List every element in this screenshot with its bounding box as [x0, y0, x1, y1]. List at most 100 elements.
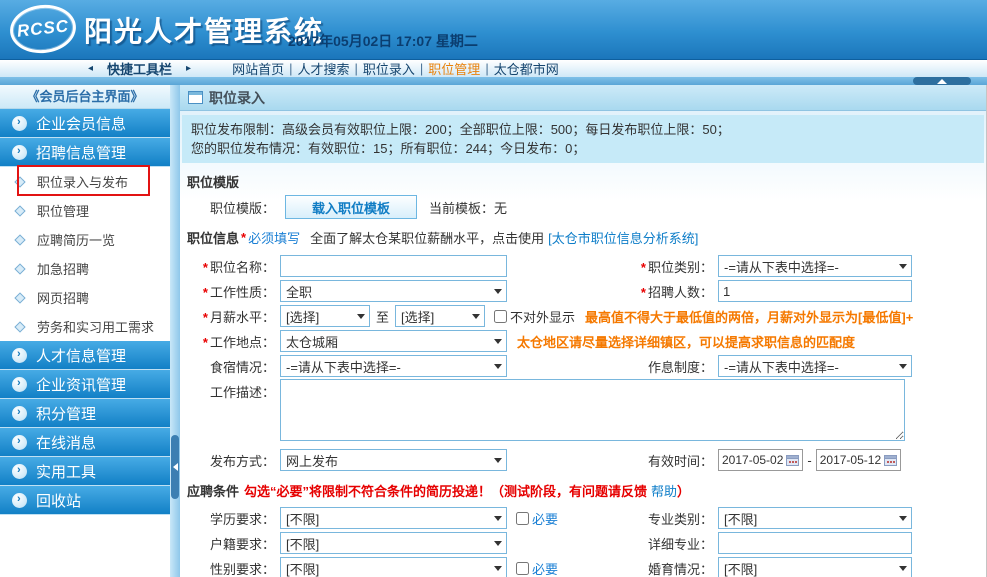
required-star: *	[203, 260, 208, 275]
headcount-input[interactable]	[718, 280, 912, 302]
dropdown-arrow-icon	[494, 566, 502, 571]
load-template-button[interactable]: 载入职位模板	[285, 195, 417, 219]
description-textarea[interactable]	[280, 379, 905, 441]
dropdown-arrow-icon	[494, 541, 502, 546]
toolbar-right-arrow-icon[interactable]: ▸	[186, 63, 191, 74]
marital-select[interactable]: [不限]	[718, 557, 912, 577]
job-name-input[interactable]	[280, 255, 507, 277]
toolbar-left-arrow-icon[interactable]: ◂	[88, 63, 93, 74]
sidebar-item-company-member-info[interactable]: 企业会员信息	[0, 109, 170, 138]
salary-max-select[interactable]: [选择]	[395, 305, 485, 327]
diamond-icon	[14, 263, 25, 274]
template-section-heading: 职位模版	[187, 172, 986, 191]
chevron-right-circle-icon	[12, 116, 27, 131]
limits-line-1: 职位发布限制：高级会员有效职位上限：200；全部职位上限：500；每日发布职位上…	[191, 120, 975, 139]
window-icon	[188, 91, 203, 104]
valid-start-date-picker[interactable]: 2017-05-02	[718, 449, 803, 471]
nav-talent-search[interactable]: 人才搜索	[297, 59, 349, 78]
sidebar-subitem-urgent-recruit[interactable]: 加急招聘	[0, 254, 170, 283]
template-row: 职位模版： 载入职位模板 当前模板： 无	[180, 194, 986, 220]
schedule-label: 作息制度：	[509, 357, 718, 376]
diamond-icon	[14, 321, 25, 332]
dropdown-arrow-icon	[472, 314, 480, 319]
household-select[interactable]: [不限]	[280, 532, 507, 554]
education-select[interactable]: [不限]	[280, 507, 507, 529]
job-info-heading-row: 职位信息 * 必须填写 全面了解太仓某职位薪酬水平，点击使用 [太仓市职位信息分…	[187, 228, 986, 247]
collapse-left-handle[interactable]	[171, 435, 179, 499]
gender-select[interactable]: [不限]	[280, 557, 507, 577]
salary-to-word: 至	[376, 307, 389, 326]
dropdown-arrow-icon	[899, 516, 907, 521]
salary-analysis-link[interactable]: [太仓市职位信息分析系统]	[548, 228, 698, 247]
required-star: *	[203, 285, 208, 300]
nav-site-home[interactable]: 网站首页	[232, 59, 284, 78]
location-hint-text: 太仓地区请尽量选择详细镇区，可以提高求职信息的匹配度	[517, 332, 855, 351]
help-link[interactable]: 帮助	[651, 481, 677, 500]
sidebar: 《会员后台主界面》 企业会员信息 招聘信息管理 职位录入与发布 职位管理 应聘简…	[0, 85, 170, 577]
major-category-select[interactable]: [不限]	[718, 507, 912, 529]
collapse-up-handle[interactable]	[913, 77, 971, 85]
salary-tip-text: 全面了解太仓某职位薪酬水平，点击使用	[310, 228, 544, 247]
content-panel: 职位录入 职位发布限制：高级会员有效职位上限：200；全部职位上限：500；每日…	[180, 85, 987, 577]
major-category-label: 专业类别：	[509, 509, 718, 528]
nav-separator: |	[420, 61, 423, 76]
sidebar-subitem-job-management[interactable]: 职位管理	[0, 196, 170, 225]
nav-job-entry[interactable]: 职位录入	[363, 59, 415, 78]
current-template-label: 当前模板：	[429, 198, 494, 217]
sidebar-item-recycle-bin[interactable]: 回收站	[0, 486, 170, 515]
template-label: 职位模版：	[180, 198, 280, 217]
required-star: *	[203, 335, 208, 350]
sidebar-subitem-resume-list[interactable]: 应聘简历一览	[0, 225, 170, 254]
chevron-right-circle-icon	[12, 377, 27, 392]
sidebar-item-practical-tools[interactable]: 实用工具	[0, 457, 170, 486]
form-row: 学历要求： [不限] 必要 专业类别： [不限]	[180, 506, 986, 530]
schedule-select[interactable]: -=请从下表中选择=-	[718, 355, 912, 377]
valid-end-date: 2017-05-12	[820, 453, 881, 467]
location-select[interactable]: 太仓城厢	[280, 330, 507, 352]
sidebar-splitter[interactable]	[170, 85, 180, 577]
chevron-right-circle-icon	[12, 348, 27, 363]
salary-hidden-checkbox[interactable]	[494, 310, 507, 323]
dropdown-arrow-icon	[357, 314, 365, 319]
major-detail-input[interactable]	[718, 532, 912, 554]
salary-label: *月薪水平：	[180, 307, 280, 326]
job-type-select[interactable]: 全职	[280, 280, 507, 302]
sidebar-subitem-labor-intern-demand[interactable]: 劳务和实习用工需求	[0, 312, 170, 341]
form-row: *工作地点： 太仓城厢 太仓地区请尽量选择详细镇区，可以提高求职信息的匹配度	[180, 329, 986, 353]
diamond-icon	[14, 292, 25, 303]
sidebar-item-company-news-management[interactable]: 企业资讯管理	[0, 370, 170, 399]
sidebar-item-recruit-info-management[interactable]: 招聘信息管理	[0, 138, 170, 167]
valid-end-date-picker[interactable]: 2017-05-12	[816, 449, 901, 471]
collapse-up-icon	[937, 79, 947, 84]
datetime-text: 2017年05月02日 17:07 星期二	[288, 31, 478, 51]
calendar-icon	[884, 454, 897, 466]
nav-separator: |	[289, 61, 292, 76]
dropdown-arrow-icon	[899, 364, 907, 369]
chevron-right-circle-icon	[12, 435, 27, 450]
panel-title-bar: 职位录入	[180, 85, 986, 111]
publish-mode-select[interactable]: 网上发布	[280, 449, 507, 471]
collapse-left-icon	[173, 463, 178, 471]
salary-min-select[interactable]: [选择]	[280, 305, 370, 327]
nav-taicang-city-net[interactable]: 太仓都市网	[494, 59, 559, 78]
form-row: *工作性质： 全职 *招聘人数：	[180, 279, 986, 303]
app-header: RCSC 阳光人才管理系统 2017年05月02日 17:07 星期二	[0, 0, 987, 60]
salary-hidden-label: 不对外显示	[510, 307, 575, 326]
sidebar-subitem-web-recruit[interactable]: 网页招聘	[0, 283, 170, 312]
board-select[interactable]: -=请从下表中选择=-	[280, 355, 507, 377]
form-row: *月薪水平： [选择] 至 [选择] 不对外显示 最高值不得大于最低值的两倍，月…	[180, 304, 986, 328]
education-label: 学历要求：	[180, 509, 280, 528]
job-info-heading: 职位信息	[187, 228, 239, 247]
sidebar-item-points-management[interactable]: 积分管理	[0, 399, 170, 428]
job-category-select[interactable]: -=请从下表中选择=-	[718, 255, 912, 277]
sidebar-item-talent-info-management[interactable]: 人才信息管理	[0, 341, 170, 370]
required-star: *	[641, 285, 646, 300]
nav-job-management[interactable]: 职位管理	[428, 59, 480, 78]
sidebar-item-online-messages[interactable]: 在线消息	[0, 428, 170, 457]
sidebar-item-label: 回收站	[36, 490, 81, 511]
sidebar-item-label: 积分管理	[36, 403, 96, 424]
sidebar-subitem-job-entry-publish[interactable]: 职位录入与发布	[0, 167, 170, 196]
job-type-label: *工作性质：	[180, 282, 280, 301]
dropdown-arrow-icon	[494, 289, 502, 294]
diamond-icon	[14, 234, 25, 245]
